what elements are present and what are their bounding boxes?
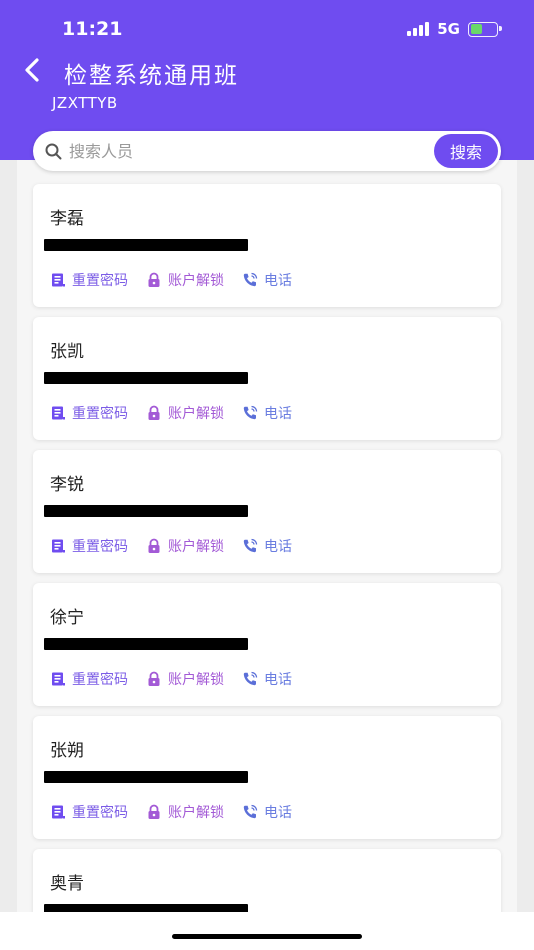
- reset-password-label: 重置密码: [72, 672, 128, 688]
- card-container: 李磊 重置密码 账户解锁 电话 张凯 重置密码 账户解锁 电话 李锐 重置密码 …: [33, 184, 501, 912]
- person-card[interactable]: 奥青 重置密码 账户解锁: [33, 849, 501, 912]
- person-list[interactable]: 李磊 重置密码 账户解锁 电话 张凯 重置密码 账户解锁 电话 李锐 重置密码 …: [17, 160, 517, 912]
- page-title: 检整系统通用班: [64, 63, 239, 89]
- person-card[interactable]: 李磊 重置密码 账户解锁 电话: [33, 184, 501, 307]
- reset-password-button[interactable]: 重置密码: [50, 669, 128, 689]
- unlock-account-label: 账户解锁: [168, 805, 224, 821]
- unlock-account-label: 账户解锁: [168, 539, 224, 555]
- card-actions: 重置密码 账户解锁 电话: [50, 536, 310, 556]
- phone-number-redacted: [44, 505, 248, 517]
- status-time: 11:21: [62, 18, 123, 40]
- lock-icon: [148, 671, 160, 686]
- phone-number-redacted: [44, 239, 248, 251]
- reset-password-button[interactable]: 重置密码: [50, 802, 128, 822]
- lock-icon: [148, 405, 160, 420]
- person-name: 李锐: [50, 475, 84, 495]
- card-actions: 重置密码 账户解锁 电话: [50, 802, 310, 822]
- reset-password-label: 重置密码: [72, 406, 128, 422]
- status-bar: 11:21 5G: [0, 0, 534, 56]
- reset-password-icon: [52, 805, 65, 819]
- lock-icon: [148, 804, 160, 819]
- network-type: 5G: [437, 20, 460, 38]
- reset-password-label: 重置密码: [72, 805, 128, 821]
- unlock-account-button[interactable]: 账户解锁: [146, 536, 224, 556]
- unlock-account-button[interactable]: 账户解锁: [146, 802, 224, 822]
- home-indicator[interactable]: [172, 934, 362, 939]
- phone-icon: [243, 405, 258, 420]
- phone-button[interactable]: 电话: [242, 403, 292, 423]
- reset-password-icon: [52, 672, 65, 686]
- card-actions: 重置密码 账户解锁 电话: [50, 669, 310, 689]
- phone-icon: [243, 272, 258, 287]
- phone-number-redacted: [44, 372, 248, 384]
- reset-password-icon: [52, 539, 65, 553]
- phone-number-redacted: [44, 638, 248, 650]
- person-name: 徐宁: [50, 608, 84, 628]
- status-indicators: 5G: [407, 20, 502, 38]
- unlock-account-label: 账户解锁: [168, 273, 224, 289]
- battery-icon: [468, 21, 502, 37]
- person-card[interactable]: 张凯 重置密码 账户解锁 电话: [33, 317, 501, 440]
- unlock-account-button[interactable]: 账户解锁: [146, 270, 224, 290]
- person-name: 张朔: [50, 741, 84, 761]
- search-bar: 搜索: [33, 131, 501, 171]
- phone-button[interactable]: 电话: [242, 669, 292, 689]
- phone-label: 电话: [264, 273, 292, 289]
- unlock-account-button[interactable]: 账户解锁: [146, 403, 224, 423]
- chevron-left-icon[interactable]: [20, 56, 44, 84]
- reset-password-label: 重置密码: [72, 273, 128, 289]
- phone-button[interactable]: 电话: [242, 536, 292, 556]
- phone-number-redacted: [44, 771, 248, 783]
- reset-password-button[interactable]: 重置密码: [50, 270, 128, 290]
- phone-number-redacted: [44, 904, 248, 912]
- person-name: 李磊: [50, 209, 84, 229]
- phone-label: 电话: [264, 672, 292, 688]
- card-actions: 重置密码 账户解锁 电话: [50, 403, 310, 423]
- phone-icon: [243, 538, 258, 553]
- bottom-safe-area: [0, 912, 534, 950]
- lock-icon: [148, 272, 160, 287]
- unlock-account-label: 账户解锁: [168, 672, 224, 688]
- search-icon: [45, 143, 62, 160]
- phone-icon: [243, 804, 258, 819]
- person-card[interactable]: 李锐 重置密码 账户解锁 电话: [33, 450, 501, 573]
- person-name: 奥青: [50, 874, 84, 894]
- person-card[interactable]: 徐宁 重置密码 账户解锁 电话: [33, 583, 501, 706]
- phone-label: 电话: [264, 805, 292, 821]
- phone-label: 电话: [264, 539, 292, 555]
- reset-password-button[interactable]: 重置密码: [50, 403, 128, 423]
- phone-button[interactable]: 电话: [242, 802, 292, 822]
- person-name: 张凯: [50, 342, 84, 362]
- battery-fill: [470, 24, 482, 34]
- screen: 11:21 5G 检整系统通用班 JZXTTYB 李磊 重置密码 账户解锁 电话…: [0, 0, 534, 950]
- reset-password-label: 重置密码: [72, 539, 128, 555]
- search-input[interactable]: [69, 137, 459, 165]
- reset-password-icon: [52, 273, 65, 287]
- phone-icon: [243, 671, 258, 686]
- reset-password-icon: [52, 406, 65, 420]
- phone-button[interactable]: 电话: [242, 270, 292, 290]
- person-card[interactable]: 张朔 重置密码 账户解锁 电话: [33, 716, 501, 839]
- signal-icon: [407, 22, 430, 36]
- unlock-account-label: 账户解锁: [168, 406, 224, 422]
- page-subtitle: JZXTTYB: [52, 94, 118, 112]
- card-actions: 重置密码 账户解锁 电话: [50, 270, 310, 290]
- unlock-account-button[interactable]: 账户解锁: [146, 669, 224, 689]
- phone-label: 电话: [264, 406, 292, 422]
- search-button[interactable]: 搜索: [434, 134, 498, 168]
- reset-password-button[interactable]: 重置密码: [50, 536, 128, 556]
- lock-icon: [148, 538, 160, 553]
